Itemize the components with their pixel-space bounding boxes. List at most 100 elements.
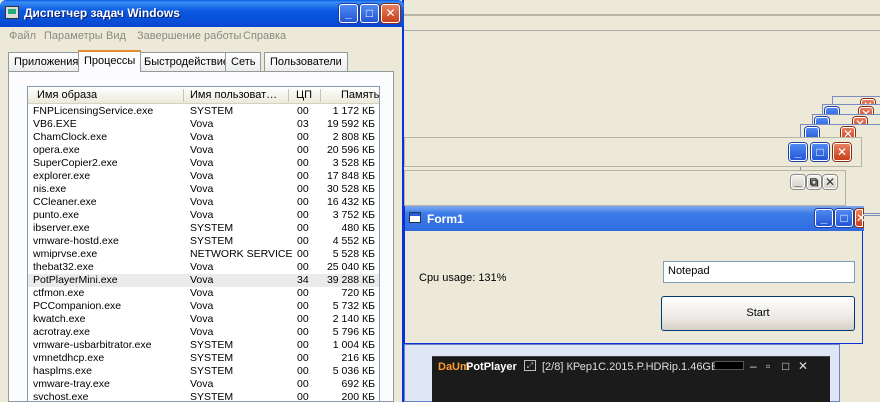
process-user-cell: Vova bbox=[190, 118, 214, 130]
process-row[interactable]: vmware-hostd.exe SYSTEM 00 4 552 КБ bbox=[28, 235, 379, 248]
column-separator[interactable] bbox=[320, 89, 321, 102]
process-row[interactable]: punto.exe Vova 00 3 752 КБ bbox=[28, 209, 379, 222]
process-row[interactable]: svchost.exe SYSTEM 00 200 КБ bbox=[28, 391, 379, 402]
process-user-cell: Vova bbox=[190, 157, 214, 169]
process-cpu-cell: 00 bbox=[297, 313, 309, 325]
tab-performance[interactable]: Быстродействие bbox=[138, 52, 235, 71]
minimize-icon[interactable]: _ bbox=[339, 4, 358, 23]
process-memory-cell: 3 528 КБ bbox=[332, 157, 375, 169]
process-list[interactable]: Имя образа Имя пользоват… ЦП Память FNPL… bbox=[27, 86, 380, 402]
minimize-icon[interactable]: _ bbox=[789, 143, 807, 161]
restore-icon[interactable]: ⧉ bbox=[807, 175, 821, 189]
process-memory-cell: 3 752 КБ bbox=[332, 209, 375, 221]
process-memory-cell: 200 КБ bbox=[341, 391, 375, 402]
process-name-cell: ChamClock.exe bbox=[33, 131, 108, 143]
process-cpu-cell: 00 bbox=[297, 352, 309, 364]
process-row[interactable]: acrotray.exe Vova 00 5 796 КБ bbox=[28, 326, 379, 339]
potplayer-mini-bar[interactable] bbox=[714, 361, 744, 370]
process-row[interactable]: explorer.exe Vova 00 17 848 КБ bbox=[28, 170, 379, 183]
close-icon[interactable]: ✕ bbox=[798, 359, 808, 373]
tab-users[interactable]: Пользователи bbox=[264, 52, 348, 71]
process-cpu-cell: 00 bbox=[297, 157, 309, 169]
minimize-icon[interactable]: ‒ bbox=[750, 359, 757, 373]
close-icon[interactable]: ✕ bbox=[381, 4, 400, 23]
process-row[interactable]: vmware-usbarbitrator.exe SYSTEM 00 1 004 КБ bbox=[28, 339, 379, 352]
process-cpu-cell: 00 bbox=[297, 391, 309, 402]
process-name-cell: hasplms.exe bbox=[33, 365, 92, 377]
process-user-cell: SYSTEM bbox=[190, 365, 234, 377]
menu-options[interactable]: Параметры bbox=[44, 30, 103, 42]
process-row[interactable]: vmnetdhcp.exe SYSTEM 00 216 КБ bbox=[28, 352, 379, 365]
process-cpu-cell: 00 bbox=[297, 248, 309, 260]
maximize-icon[interactable]: □ bbox=[782, 359, 789, 373]
process-cpu-cell: 00 bbox=[297, 300, 309, 312]
form1-title-bar[interactable]: Form1 _ □ ✕ bbox=[405, 206, 866, 231]
task-manager-title-bar[interactable]: Диспетчер задач Windows _ □ ✕ bbox=[0, 0, 404, 27]
process-row[interactable]: SuperCopier2.exe Vova 00 3 528 КБ bbox=[28, 157, 379, 170]
process-row[interactable]: FNPLicensingService.exe SYSTEM 00 1 172 КБ bbox=[28, 105, 379, 118]
column-user-name[interactable]: Имя пользоват… bbox=[190, 89, 286, 101]
process-memory-cell: 480 КБ bbox=[341, 222, 375, 234]
process-row[interactable]: VB6.EXE Vova 03 19 592 КБ bbox=[28, 118, 379, 131]
process-row[interactable]: ctfmon.exe Vova 00 720 КБ bbox=[28, 287, 379, 300]
tab-processes[interactable]: Процессы bbox=[78, 50, 142, 72]
process-name-cell: thebat32.exe bbox=[33, 261, 94, 273]
process-user-cell: Vova bbox=[190, 183, 214, 195]
tab-applications[interactable]: Приложения bbox=[8, 52, 85, 71]
close-icon[interactable]: ✕ bbox=[833, 143, 851, 161]
start-button[interactable]: Start bbox=[661, 296, 855, 331]
process-row[interactable]: CCleaner.exe Vova 00 16 432 КБ bbox=[28, 196, 379, 209]
expand-icon[interactable]: ⤢ bbox=[524, 360, 536, 371]
process-row[interactable]: ibserver.exe SYSTEM 00 480 КБ bbox=[28, 222, 379, 235]
process-row[interactable]: hasplms.exe SYSTEM 00 5 036 КБ bbox=[28, 365, 379, 378]
process-user-cell: SYSTEM bbox=[190, 222, 234, 234]
process-memory-cell: 25 040 КБ bbox=[326, 261, 375, 273]
process-cpu-cell: 34 bbox=[297, 274, 309, 286]
process-row[interactable]: kwatch.exe Vova 00 2 140 КБ bbox=[28, 313, 379, 326]
close-icon[interactable]: ✕ bbox=[855, 209, 866, 227]
column-cpu[interactable]: ЦП bbox=[296, 89, 312, 101]
process-user-cell: Vova bbox=[190, 326, 214, 338]
process-user-cell: SYSTEM bbox=[190, 105, 234, 117]
menu-help[interactable]: Справка bbox=[243, 30, 286, 42]
process-row[interactable]: wmiprvse.exe NETWORK SERVICE 00 5 528 КБ bbox=[28, 248, 379, 261]
process-row[interactable]: thebat32.exe Vova 00 25 040 КБ bbox=[28, 261, 379, 274]
maximize-icon[interactable]: □ bbox=[835, 209, 853, 227]
form1-title: Form1 bbox=[427, 212, 464, 226]
process-name-cell: vmnetdhcp.exe bbox=[33, 352, 105, 364]
process-name-cell: VB6.EXE bbox=[33, 118, 77, 130]
tab-network[interactable]: Сеть bbox=[225, 52, 262, 71]
menu-shutdown[interactable]: Завершение работы bbox=[137, 30, 241, 42]
maximize-icon[interactable]: □ bbox=[811, 143, 829, 161]
process-row[interactable]: opera.exe Vova 00 20 596 КБ bbox=[28, 144, 379, 157]
process-name-cell: PCCompanion.exe bbox=[33, 300, 122, 312]
process-user-cell: Vova bbox=[190, 131, 214, 143]
menu-view[interactable]: Вид bbox=[106, 30, 126, 42]
task-manager-title: Диспетчер задач Windows bbox=[24, 6, 180, 20]
column-separator[interactable] bbox=[183, 89, 184, 102]
column-separator[interactable] bbox=[288, 89, 289, 102]
column-memory[interactable]: Память bbox=[341, 89, 379, 101]
process-row[interactable]: PotPlayerMini.exe Vova 34 39 288 КБ bbox=[28, 274, 379, 287]
process-name-cell: ctfmon.exe bbox=[33, 287, 85, 299]
close-icon[interactable]: ✕ bbox=[823, 175, 837, 189]
process-row[interactable]: vmware-tray.exe Vova 00 692 КБ bbox=[28, 378, 379, 391]
process-row[interactable]: PCCompanion.exe Vova 00 5 732 КБ bbox=[28, 300, 379, 313]
process-user-cell: Vova bbox=[190, 144, 214, 156]
menu-file[interactable]: Файл bbox=[9, 30, 36, 42]
process-row[interactable]: ChamClock.exe Vova 00 2 808 КБ bbox=[28, 131, 379, 144]
process-user-cell: Vova bbox=[190, 196, 214, 208]
process-user-cell: Vova bbox=[190, 313, 214, 325]
menu-bar: Файл Параметры Вид Завершение работы Спр… bbox=[0, 27, 402, 45]
process-name-input[interactable]: Notepad bbox=[663, 261, 855, 283]
column-image-name[interactable]: Имя образа bbox=[37, 89, 177, 101]
process-row[interactable]: nis.exe Vova 00 30 528 КБ bbox=[28, 183, 379, 196]
process-name-cell: FNPLicensingService.exe bbox=[33, 105, 154, 117]
process-memory-cell: 1 172 КБ bbox=[332, 105, 375, 117]
process-cpu-cell: 00 bbox=[297, 209, 309, 221]
maximize-icon[interactable]: □ bbox=[360, 4, 379, 23]
pin-icon[interactable]: ▫ bbox=[766, 359, 770, 373]
minimize-icon[interactable]: _ bbox=[815, 209, 833, 227]
process-name-cell: wmiprvse.exe bbox=[33, 248, 98, 260]
minimize-icon[interactable]: _ bbox=[791, 175, 805, 189]
